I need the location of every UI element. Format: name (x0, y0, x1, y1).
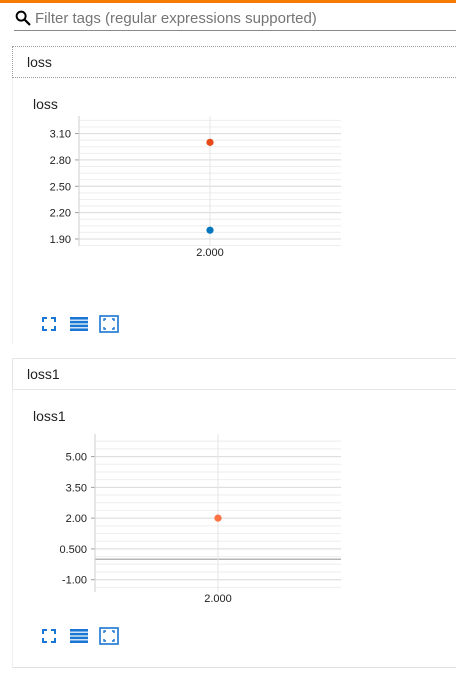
top-accent-bar (0, 0, 456, 3)
y-tick-label: 2.80 (50, 155, 71, 167)
category-name: loss1 (27, 366, 60, 382)
scatter-chart-loss[interactable]: 3.10 2.80 2.50 2.20 1.90 2.000 (13, 116, 456, 256)
y-tick-label: 2.00 (66, 513, 87, 525)
category-header-loss1[interactable]: loss1 (12, 358, 456, 390)
data-point[interactable] (214, 514, 222, 522)
category-header-loss[interactable]: loss (12, 46, 456, 78)
chart-actions (39, 314, 119, 334)
y-tick-label: 0.500 (59, 544, 87, 556)
y-tick-label: 3.10 (50, 129, 71, 141)
y-tick-label: 2.20 (50, 208, 71, 220)
expand-button[interactable] (39, 626, 59, 646)
data-point[interactable] (206, 226, 214, 234)
tag-filter-bar[interactable] (14, 6, 456, 31)
y-tick-label: -1.00 (62, 575, 87, 587)
data-point[interactable] (206, 138, 214, 146)
fit-domain-icon (99, 315, 119, 333)
toggle-log-scale-button[interactable] (69, 626, 89, 646)
y-tick-label: 3.50 (66, 482, 87, 494)
chart-card-title: loss (33, 96, 58, 112)
y-tick-label: 5.00 (66, 452, 87, 464)
fit-domain-icon (99, 627, 119, 645)
x-tick-label: 2.000 (196, 247, 224, 256)
expand-icon (42, 317, 56, 331)
category-loss1: loss1 loss1 5.00 3.50 2.00 0.500 -1.00 2.000 (12, 358, 456, 668)
chart-card-loss1: loss1 5.00 3.50 2.00 0.500 -1.00 2.000 (12, 390, 456, 668)
card-divider (13, 667, 456, 668)
fit-domain-button[interactable] (99, 314, 119, 334)
y-tick-label: 1.90 (50, 234, 71, 246)
x-tick-label: 2.000 (204, 593, 232, 604)
y-tick-label: 2.50 (50, 181, 71, 193)
chart-card-title: loss1 (33, 408, 66, 424)
toggle-log-scale-button[interactable] (69, 314, 89, 334)
chart-card-loss: loss 3.10 2.80 2.50 2.20 1.90 2.000 (12, 78, 456, 344)
scatter-chart-loss1[interactable]: 5.00 3.50 2.00 0.500 -1.00 2.000 (13, 434, 456, 604)
expand-icon (42, 629, 56, 643)
chart-actions (39, 626, 119, 646)
category-loss: loss loss 3.10 2.80 2.50 2.20 1.90 2.000 (12, 46, 456, 344)
toggle-log-scale-icon (70, 629, 88, 643)
search-icon (15, 10, 31, 26)
fit-domain-button[interactable] (99, 626, 119, 646)
toggle-log-scale-icon (70, 317, 88, 331)
expand-button[interactable] (39, 314, 59, 334)
category-name: loss (27, 54, 52, 70)
tag-filter-input[interactable] (35, 7, 435, 29)
